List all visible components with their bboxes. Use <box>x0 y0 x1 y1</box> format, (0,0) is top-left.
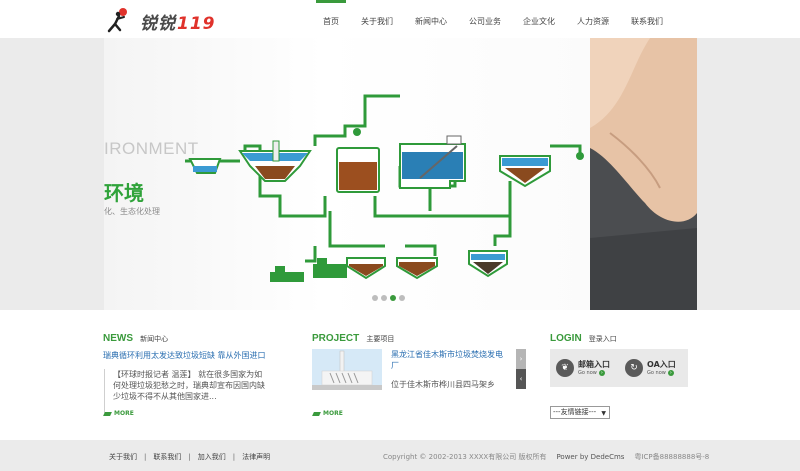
footer-link-about[interactable]: 关于我们 <box>109 453 137 461</box>
login-box: ❦ 邮箱入口 Go now › ↻ OA入口 Go now › <box>550 349 688 387</box>
slider-dots <box>372 295 405 301</box>
logo-text: 锐锐119 <box>140 14 216 34</box>
login-heading-en: LOGIN <box>550 333 582 344</box>
oa-login-button[interactable]: ↻ OA入口 Go now › <box>619 359 688 377</box>
project-next-button[interactable]: › <box>516 349 526 369</box>
more-arrow-icon <box>103 411 112 416</box>
footer-links: 关于我们 | 联系我们 | 加入我们 | 法律声明 <box>109 453 271 461</box>
footer-link-legal[interactable]: 法律声明 <box>242 453 270 461</box>
footer-link-contact[interactable]: 联系我们 <box>153 453 181 461</box>
news-heading: NEWS 新闻中心 <box>103 326 273 344</box>
main-nav: 首页 关于我们 新闻中心 公司业务 企业文化 人力资源 联系我们 <box>312 0 674 38</box>
banner-title: 环境 <box>104 181 144 205</box>
news-headline-link[interactable]: 瑞典循环利用太发达致垃圾短缺 靠从外国进口 <box>103 350 273 361</box>
plant-building-image <box>312 349 382 390</box>
project-thumbnail[interactable] <box>312 349 382 390</box>
nav-about[interactable]: 关于我们 <box>350 0 404 38</box>
login-section: LOGIN 登录入口 ❦ 邮箱入口 Go now › ↻ OA入口 Go now ›… <box>550 326 690 419</box>
site-logo[interactable]: 锐锐119 <box>104 6 215 34</box>
slider-dot-active[interactable] <box>390 295 396 301</box>
site-header: 锐锐119 首页 关于我们 新闻中心 公司业务 企业文化 人力资源 联系我们 <box>0 0 800 38</box>
project-title-link[interactable]: 黑龙江省佳木斯市垃圾焚烧发电厂 <box>391 349 509 371</box>
project-description: 位于佳木斯市桦川县四马架乡 <box>391 380 495 389</box>
footer-icp: 粤ICP备88888888号-8 <box>634 453 710 461</box>
news-section: NEWS 新闻中心 瑞典循环利用太发达致垃圾短缺 靠从外国进口 【环球时报记者 … <box>103 326 273 417</box>
footer-link-join[interactable]: 加入我们 <box>198 453 226 461</box>
news-heading-en: NEWS <box>103 333 133 344</box>
page: 锐锐119 首页 关于我们 新闻中心 公司业务 企业文化 人力资源 联系我们 I… <box>0 0 800 471</box>
project-prev-button[interactable]: ‹ <box>516 369 526 389</box>
oa-login-label: OA入口 <box>647 359 676 369</box>
project-heading: PROJECT 主要项目 <box>312 326 526 344</box>
slider-dot[interactable] <box>372 295 378 301</box>
water-treatment-diagram <box>185 94 584 282</box>
footer-info: Copyright © 2002-2013 XXXX有限公司 版权所有 Power… <box>383 452 709 462</box>
nav-home[interactable]: 首页 <box>312 0 350 38</box>
firefighter-logo-icon <box>107 8 127 33</box>
site-footer: 关于我们 | 联系我们 | 加入我们 | 法律声明 Copyright © 2002-201… <box>0 440 800 471</box>
login-heading-cn: 登录入口 <box>588 335 617 343</box>
footer-powered-by[interactable]: Power by DedeCms <box>556 453 624 461</box>
slider-dot[interactable] <box>381 295 387 301</box>
banner-subtitle: 化、生态化处理 <box>104 207 160 216</box>
go-now-text: Go now › <box>647 369 674 376</box>
mail-login-button[interactable]: ❦ 邮箱入口 Go now › <box>550 359 619 377</box>
login-heading: LOGIN 登录入口 <box>550 326 690 344</box>
nav-contact[interactable]: 联系我们 <box>620 0 674 38</box>
nav-hr[interactable]: 人力资源 <box>566 0 620 38</box>
leaf-icon: ❦ <box>556 359 574 377</box>
project-item: 黑龙江省佳木斯市垃圾焚烧发电厂 位于佳木斯市桦川县四马架乡 › ‹ <box>312 349 526 401</box>
go-arrow-icon: › <box>598 369 605 376</box>
friend-links-select[interactable]: ---友情链接--- ▼ <box>550 406 610 419</box>
project-heading-en: PROJECT <box>312 333 360 344</box>
nav-culture[interactable]: 企业文化 <box>512 0 566 38</box>
go-now-text: Go now › <box>578 369 605 376</box>
hand-photo-image <box>590 38 697 310</box>
mail-login-label: 邮箱入口 <box>578 359 610 369</box>
go-arrow-icon: › <box>667 369 674 376</box>
news-excerpt: 【环球时报记者 温莲】 就在很多国家为如何处理垃圾犯愁之时，瑞典却宣布因国内缺少… <box>104 369 268 413</box>
nav-news[interactable]: 新闻中心 <box>404 0 458 38</box>
refresh-icon: ↻ <box>625 359 643 377</box>
project-heading-cn: 主要项目 <box>366 335 395 343</box>
project-section: PROJECT 主要项目 黑龙江省佳木斯市垃圾焚烧发电厂 位于佳木斯市桦川县四马… <box>312 326 526 417</box>
banner-photo <box>590 38 697 310</box>
news-more-link[interactable]: MORE <box>103 410 134 417</box>
nav-business[interactable]: 公司业务 <box>458 0 512 38</box>
dropdown-caret-icon: ▼ <box>601 410 606 417</box>
banner-slider[interactable]: IRONMENT 环境 化、生态化处理 <box>0 38 800 310</box>
more-arrow-icon <box>312 411 321 416</box>
slider-dot[interactable] <box>399 295 405 301</box>
project-more-link[interactable]: MORE <box>312 410 343 417</box>
footer-copyright: Copyright © 2002-2013 XXXX有限公司 版权所有 <box>383 453 547 461</box>
news-heading-cn: 新闻中心 <box>140 335 169 343</box>
project-arrows: › ‹ <box>516 349 526 389</box>
logo-number: 119 <box>177 14 216 34</box>
